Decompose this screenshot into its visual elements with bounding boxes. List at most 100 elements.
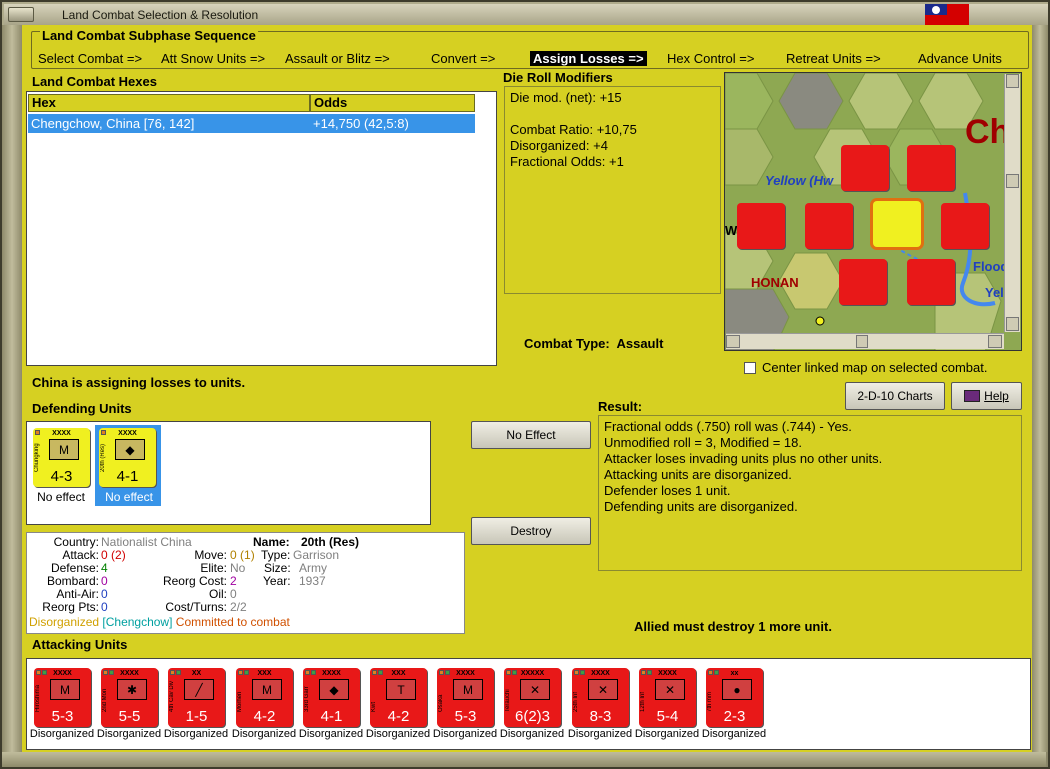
unit-symbol-icon: ✕ bbox=[655, 679, 685, 700]
result-line-3: Attacker loses invading units plus no ot… bbox=[604, 451, 883, 466]
attacking-unit-counter[interactable]: XXXX Hiroshima M 5-3 bbox=[34, 668, 91, 727]
unit-size: XXXX bbox=[322, 670, 341, 677]
attacking-unit-status: Disorganized bbox=[29, 728, 95, 740]
disorganized-mod: Disorganized: +4 bbox=[510, 138, 608, 153]
result-line-6: Defending units are disorganized. bbox=[604, 499, 798, 514]
scroll-thumb-v[interactable] bbox=[1006, 174, 1019, 188]
map-label-honan: HONAN bbox=[751, 275, 799, 290]
map-counter-cav[interactable] bbox=[841, 145, 889, 191]
attacking-unit-counter[interactable]: XXXX 12th Inf ✕ 5-4 bbox=[639, 668, 696, 727]
unit-size: XXXXX bbox=[520, 670, 545, 677]
bottom-frame bbox=[2, 752, 1046, 767]
map-counter-mech[interactable] bbox=[907, 145, 955, 191]
unit-size: XXXX bbox=[591, 670, 610, 677]
map-counter-inf-2[interactable] bbox=[839, 259, 887, 305]
unit-strength: 5-4 bbox=[656, 708, 679, 725]
attacking-unit-status: Disorganized bbox=[163, 728, 229, 740]
combat-type-label: Combat Type: bbox=[524, 336, 610, 351]
allied-message: Allied must destroy 1 more unit. bbox=[634, 619, 832, 634]
unit-size: XXXX bbox=[118, 430, 137, 437]
system-menu-button[interactable] bbox=[8, 7, 34, 22]
unit-strength: 2-3 bbox=[723, 708, 746, 725]
help-label: Help bbox=[984, 389, 1009, 403]
unit-name: 20th (Res) bbox=[100, 443, 106, 472]
scroll-down-arrow[interactable] bbox=[1006, 317, 1019, 331]
no-effect-button[interactable]: No Effect bbox=[471, 421, 591, 449]
seq-retreat-units: Retreat Units => bbox=[786, 51, 881, 66]
unit-symbol-icon: ✱ bbox=[117, 679, 147, 700]
column-header-hex[interactable]: Hex bbox=[28, 94, 310, 112]
result-line-2: Unmodified roll = 3, Modified = 18. bbox=[604, 435, 802, 450]
seq-select-combat: Select Combat => bbox=[38, 51, 143, 66]
attacking-unit-counter[interactable]: XXX Morhen M 4-2 bbox=[236, 668, 293, 727]
attacking-unit-counter[interactable]: XXXX 33rd Garr ◆ 4-1 bbox=[303, 668, 360, 727]
defending-unit-chungking[interactable]: XXXX Chungking M 4-3 bbox=[33, 428, 90, 487]
unit-symbol-icon: ● bbox=[722, 679, 752, 700]
move-extra: (1) bbox=[240, 548, 255, 562]
unit-name: 4th Cav Div bbox=[169, 680, 175, 712]
help-book-icon bbox=[964, 390, 981, 402]
unit-strength: 5-5 bbox=[118, 708, 141, 725]
unit-strength: 5-3 bbox=[454, 708, 477, 725]
map-label-yellow-river: Yellow (Hw bbox=[765, 173, 834, 188]
map-counter-garr[interactable] bbox=[941, 203, 989, 249]
map-vertical-scrollbar[interactable] bbox=[1004, 74, 1020, 332]
unit-name: 7th mm bbox=[707, 691, 713, 712]
status-disorganized: Disorganized bbox=[29, 615, 100, 629]
combat-hexes-title: Land Combat Hexes bbox=[32, 74, 157, 89]
left-frame bbox=[2, 25, 22, 752]
window-title: Land Combat Selection & Resolution bbox=[62, 8, 259, 22]
unit-size: XXX bbox=[257, 670, 272, 677]
attack-extra: (2) bbox=[111, 548, 126, 562]
defending-unit-20th-res[interactable]: XXXX 20th (Res) ◆ 4-1 bbox=[99, 428, 156, 487]
attacking-unit-counter[interactable]: XXXX 2nd Mon ✱ 5-5 bbox=[101, 668, 158, 727]
unit-strength: 4-1 bbox=[320, 708, 343, 725]
center-map-checkbox[interactable] bbox=[744, 362, 756, 374]
attacking-unit-counter[interactable]: XXXXX Terauchi ✕ 6(2)3 bbox=[504, 668, 561, 727]
unit-symbol-icon: ◆ bbox=[319, 679, 349, 700]
help-button[interactable]: Help bbox=[951, 382, 1022, 410]
unit-strength: 8-3 bbox=[589, 708, 612, 725]
move-value: 0 bbox=[230, 548, 237, 562]
unit-size: XXXX bbox=[120, 670, 139, 677]
defending-unit-status: No effect bbox=[105, 490, 153, 504]
attacking-unit-counter[interactable]: xx 7th mm ● 2-3 bbox=[706, 668, 763, 727]
map-counter-hq[interactable] bbox=[907, 259, 955, 305]
unit-name: 33rd Garr bbox=[304, 686, 310, 712]
scroll-right-arrow[interactable] bbox=[988, 335, 1002, 348]
scroll-up-arrow[interactable] bbox=[1006, 74, 1019, 88]
map-counter-inf-1[interactable] bbox=[805, 203, 853, 249]
unit-strength: 4-2 bbox=[387, 708, 410, 725]
unit-size: XX bbox=[191, 670, 202, 677]
charts-button[interactable]: 2-D-10 Charts bbox=[845, 382, 945, 410]
map-counter-defender[interactable] bbox=[873, 201, 921, 247]
unit-size: xx bbox=[730, 670, 739, 677]
attacking-unit-counter[interactable]: XXXX Osaka M 5-3 bbox=[437, 668, 494, 727]
table-row-selected[interactable]: Chengchow, China [76, 142] +14,750 (42,5… bbox=[28, 114, 475, 133]
unit-size: XXXX bbox=[53, 670, 72, 677]
attacking-unit-status: Disorganized bbox=[432, 728, 498, 740]
seq-convert: Convert => bbox=[431, 51, 496, 66]
unit-symbol-icon: ✕ bbox=[588, 679, 618, 700]
die-roll-title: Die Roll Modifiers bbox=[503, 70, 613, 85]
scroll-thumb-h[interactable] bbox=[856, 335, 868, 348]
unit-strength: 4-2 bbox=[253, 708, 276, 725]
year-value: 1937 bbox=[299, 574, 326, 588]
map-counter-air[interactable] bbox=[737, 203, 785, 249]
unit-symbol-icon: ╱ bbox=[184, 679, 214, 700]
column-header-odds[interactable]: Odds bbox=[310, 94, 475, 112]
linked-map[interactable]: Ch Yellow (Hw HONAN Flood Yel Wa bbox=[724, 72, 1022, 351]
attacking-units-title: Attacking Units bbox=[32, 637, 128, 652]
attacking-unit-counter[interactable]: XXX Kwt T 4-2 bbox=[370, 668, 427, 727]
attacking-unit-counter[interactable]: XXXX 25th Inf ✕ 8-3 bbox=[572, 668, 629, 727]
title-bar: Land Combat Selection & Resolution bbox=[4, 4, 1048, 26]
unit-strength: 5-3 bbox=[51, 708, 74, 725]
attacking-unit-status: Disorganized bbox=[567, 728, 633, 740]
map-horizontal-scrollbar[interactable] bbox=[726, 333, 1004, 349]
result-box: Fractional odds (.750) roll was (.744) -… bbox=[598, 415, 1022, 571]
scroll-left-arrow[interactable] bbox=[726, 335, 740, 348]
unit-strength: 1-5 bbox=[185, 708, 208, 725]
attacking-unit-status: Disorganized bbox=[634, 728, 700, 740]
destroy-button[interactable]: Destroy bbox=[471, 517, 591, 545]
attacking-unit-counter[interactable]: XX 4th Cav Div ╱ 1-5 bbox=[168, 668, 225, 727]
